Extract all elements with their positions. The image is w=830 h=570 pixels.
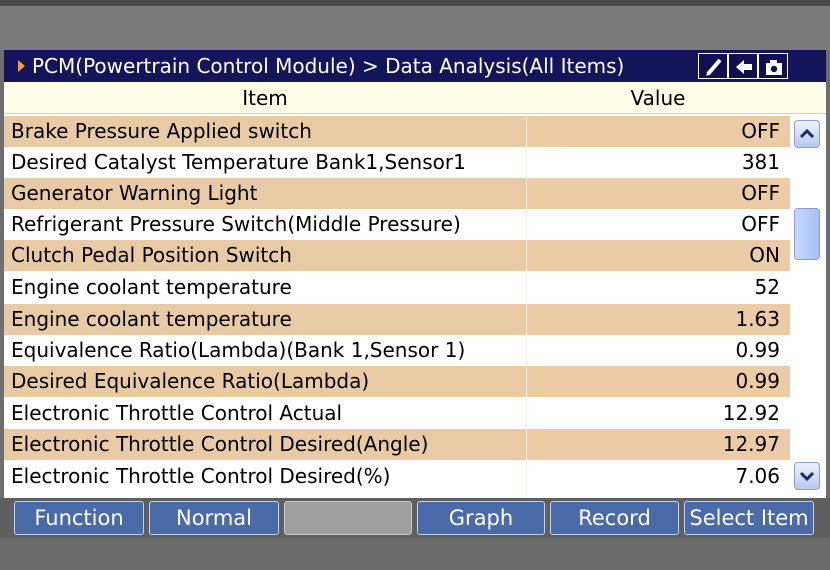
scroll-down-button[interactable] (794, 462, 820, 490)
chevron-down-icon (799, 471, 815, 482)
item-value: 12.92 (722, 401, 780, 425)
item-name: Refrigerant Pressure Switch(Middle Press… (11, 212, 461, 236)
pen-icon (706, 58, 722, 76)
record-button[interactable]: Record (550, 501, 679, 535)
column-divider (526, 116, 527, 496)
table-row[interactable]: Clutch Pedal Position Switch ON (4, 240, 790, 271)
table-row[interactable]: Brake Pressure Applied switch OFF (4, 116, 790, 147)
normal-button[interactable]: Normal (149, 501, 279, 535)
item-value: 7.06 (735, 464, 780, 488)
item-value: 52 (754, 275, 780, 299)
window-title: PCM(Powertrain Control Module) > Data An… (32, 54, 625, 78)
item-value: 0.99 (735, 369, 780, 393)
top-area (0, 6, 830, 50)
item-name: Electronic Throttle Control Actual (11, 401, 343, 425)
table-row[interactable]: Desired Catalyst Temperature Bank1,Senso… (4, 147, 790, 178)
data-analysis-window: PCM(Powertrain Control Module) > Data An… (4, 50, 826, 498)
item-name: Equivalence Ratio(Lambda)(Bank 1,Sensor … (11, 338, 466, 362)
table-row[interactable]: Electronic Throttle Control Desired(%) 7… (4, 461, 790, 492)
item-name: Engine coolant temperature (11, 275, 292, 299)
item-name: Desired Equivalence Ratio(Lambda) (11, 369, 370, 393)
column-header: Item Value (4, 82, 826, 114)
select-item-button[interactable]: Select Item (684, 501, 814, 535)
item-value: 12.97 (722, 432, 780, 456)
item-name: Electronic Throttle Control Desired(Angl… (11, 432, 429, 456)
table-row[interactable]: Refrigerant Pressure Switch(Middle Press… (4, 209, 790, 240)
vertical-scrollbar[interactable] (792, 116, 822, 496)
empty-button[interactable] (284, 501, 412, 535)
item-name: Brake Pressure Applied switch (11, 119, 312, 143)
item-value: 381 (741, 150, 780, 174)
item-name: Desired Catalyst Temperature Bank1,Senso… (11, 150, 466, 174)
table-row[interactable]: Electronic Throttle Control Desired(Angl… (4, 429, 790, 460)
camera-button[interactable] (758, 53, 788, 79)
item-value: 1.63 (735, 307, 780, 331)
data-list: Brake Pressure Applied switch OFF Desire… (4, 116, 790, 496)
item-value: 0.99 (735, 338, 780, 362)
item-value: OFF (741, 119, 780, 143)
pen-button[interactable] (698, 53, 728, 79)
bottom-base (0, 538, 830, 570)
scroll-up-button[interactable] (794, 120, 820, 148)
table-row[interactable]: Generator Warning Light OFF (4, 178, 790, 209)
item-value: OFF (741, 181, 780, 205)
item-column-header: Item (242, 86, 288, 110)
table-row[interactable]: Engine coolant temperature 52 (4, 272, 790, 303)
table-row[interactable]: Equivalence Ratio(Lambda)(Bank 1,Sensor … (4, 335, 790, 366)
value-column-header: Value (630, 86, 686, 110)
scroll-thumb[interactable] (794, 208, 820, 260)
chevron-up-icon (799, 128, 815, 139)
table-row[interactable]: Engine coolant temperature 1.63 (4, 304, 790, 335)
title-arrow-icon (18, 60, 25, 72)
item-name: Engine coolant temperature (11, 307, 292, 331)
graph-button[interactable]: Graph (417, 501, 545, 535)
camera-icon (766, 60, 782, 75)
item-name: Electronic Throttle Control Desired(%) (11, 464, 391, 488)
back-arrow-icon (736, 60, 752, 74)
table-row[interactable]: Electronic Throttle Control Actual 12.92 (4, 398, 790, 429)
item-value: OFF (741, 212, 780, 236)
item-name: Generator Warning Light (11, 181, 258, 205)
title-bar: PCM(Powertrain Control Module) > Data An… (4, 50, 826, 82)
function-button[interactable]: Function (14, 501, 144, 535)
item-value: ON (749, 243, 780, 267)
back-button[interactable] (728, 53, 758, 79)
item-name: Clutch Pedal Position Switch (11, 243, 292, 267)
table-row[interactable]: Desired Equivalence Ratio(Lambda) 0.99 (4, 366, 790, 397)
